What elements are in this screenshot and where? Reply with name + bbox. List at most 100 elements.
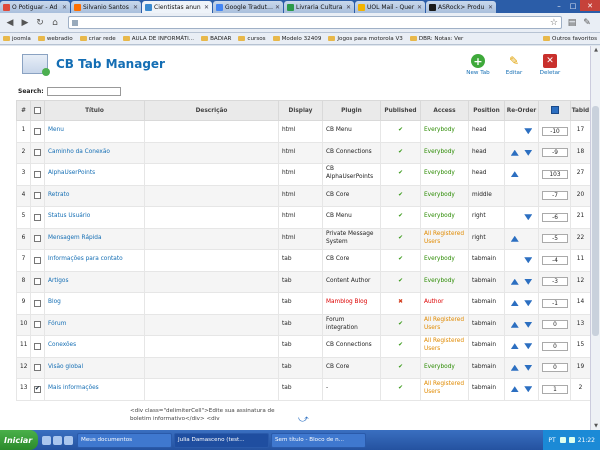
published-check-icon[interactable]: ✔	[380, 163, 421, 186]
row-checkbox[interactable]	[34, 342, 41, 350]
quicklaunch-media-icon[interactable]	[64, 435, 73, 445]
quicklaunch-desktop-icon[interactable]	[42, 435, 51, 445]
bookmark-item[interactable]: BADIAR	[201, 36, 231, 42]
published-check-icon[interactable]: ✔	[380, 249, 421, 272]
bookmark-item[interactable]: DBR: Notas: Ver	[409, 36, 463, 42]
scroll-down-icon[interactable]: ▼	[592, 422, 600, 430]
browser-tab[interactable]: Google Tradutor ✕	[213, 1, 283, 13]
start-button[interactable]: Iniciar	[0, 430, 38, 450]
browser-tab[interactable]: Cientistas anun ✕	[142, 1, 212, 13]
published-check-icon[interactable]: ✔	[380, 378, 421, 401]
col-title[interactable]: Título	[44, 100, 145, 121]
minimize-icon[interactable]: –	[552, 0, 566, 11]
close-tab-icon[interactable]: ✕	[62, 4, 67, 11]
move-down-icon[interactable]	[524, 300, 533, 307]
row-checkbox[interactable]	[34, 192, 41, 200]
close-tab-icon[interactable]: ✕	[133, 4, 138, 11]
home-icon[interactable]: ⌂	[49, 17, 61, 29]
browser-tab[interactable]: Silvanio Santos ✕	[71, 1, 141, 13]
order-input[interactable]: -9	[542, 148, 568, 158]
tray-volume-icon[interactable]	[568, 437, 575, 443]
published-check-icon[interactable]: ✔	[380, 313, 421, 336]
move-up-icon[interactable]	[510, 149, 519, 156]
scroll-thumb[interactable]	[592, 106, 599, 336]
move-up-icon[interactable]	[510, 364, 519, 371]
scroll-up-icon[interactable]: ▲	[592, 46, 600, 54]
tab-title-link[interactable]: Status Usuário	[44, 206, 145, 229]
order-input[interactable]: -3	[542, 277, 568, 287]
close-tab-icon[interactable]: ✕	[204, 4, 209, 11]
maximize-icon[interactable]: □	[566, 0, 580, 11]
published-check-icon[interactable]: ✔	[380, 141, 421, 164]
row-checkbox[interactable]	[34, 321, 41, 329]
select-all-checkbox[interactable]	[34, 107, 41, 114]
close-tab-icon[interactable]: ✕	[417, 4, 422, 11]
tab-title-link[interactable]: Menu	[44, 120, 145, 143]
save-order-icon[interactable]	[550, 105, 559, 114]
bookmark-item[interactable]: webradio	[37, 36, 73, 42]
order-input[interactable]: 0	[542, 320, 568, 330]
move-up-icon[interactable]	[510, 235, 519, 242]
tab-title-link[interactable]: Fórum	[44, 313, 145, 336]
reload-icon[interactable]: ↻	[34, 17, 46, 29]
move-down-icon[interactable]	[524, 343, 533, 350]
row-checkbox[interactable]	[34, 127, 41, 135]
order-input[interactable]: -5	[542, 234, 568, 244]
move-down-icon[interactable]	[524, 257, 533, 264]
order-input[interactable]: -4	[542, 255, 568, 265]
close-tab-icon[interactable]: ✕	[488, 4, 493, 11]
bookmark-item[interactable]: AULA DE INFORMÁTI...	[122, 36, 194, 42]
published-check-icon[interactable]: ✔	[380, 120, 421, 143]
forward-icon[interactable]: ▶	[19, 17, 31, 29]
published-check-icon[interactable]: ✔	[380, 335, 421, 358]
close-tab-icon[interactable]: ✕	[346, 4, 351, 11]
taskbar-button[interactable]: Meus documentos	[77, 432, 172, 448]
tab-title-link[interactable]: Mais informações	[44, 378, 145, 401]
bookmark-item[interactable]: joomla	[3, 36, 31, 42]
order-input[interactable]: -6	[542, 212, 568, 222]
bookmark-item[interactable]: criar rede	[79, 36, 116, 42]
row-checkbox[interactable]	[34, 149, 41, 157]
order-input[interactable]: -7	[542, 191, 568, 201]
browser-tab[interactable]: ASRock> Produ ✕	[426, 1, 496, 13]
move-up-icon[interactable]	[510, 300, 519, 307]
row-checkbox[interactable]	[34, 256, 41, 264]
move-down-icon[interactable]	[524, 364, 533, 371]
move-down-icon[interactable]	[524, 214, 533, 221]
bookmark-item[interactable]: Jogos para motorola V3	[328, 36, 403, 42]
back-icon[interactable]: ◀	[4, 17, 16, 29]
tab-title-link[interactable]: Retrato	[44, 184, 145, 207]
taskbar-button[interactable]: Sem título - Bloco de n...	[271, 432, 366, 448]
bookmark-other[interactable]: Outros favoritos	[543, 36, 597, 42]
move-down-icon[interactable]	[524, 128, 533, 135]
close-window-icon[interactable]: ✕	[580, 0, 600, 11]
tab-title-link[interactable]: Informações para contato	[44, 249, 145, 272]
row-checkbox[interactable]	[34, 299, 41, 307]
move-up-icon[interactable]	[510, 343, 519, 350]
bookmark-item[interactable]: cursos	[238, 36, 266, 42]
row-checkbox[interactable]	[34, 170, 41, 178]
tab-title-link[interactable]: Artigos	[44, 270, 145, 293]
new-tab-button[interactable]: + New Tab	[460, 54, 496, 76]
bookmark-item[interactable]: Modelo 32409	[272, 36, 321, 42]
order-input[interactable]: 0	[542, 341, 568, 351]
browser-tab[interactable]: UOL Mail - Quer ✕	[355, 1, 425, 13]
browser-tab[interactable]: O Potiguar - Ad ✕	[0, 1, 70, 13]
tab-title-link[interactable]: Mensagem Rápida	[44, 227, 145, 250]
page-menu-icon[interactable]: ▤	[566, 17, 578, 29]
close-tab-icon[interactable]: ✕	[275, 4, 280, 11]
taskbar-button[interactable]: Julia Damasceno (test...	[174, 432, 269, 448]
order-input[interactable]: -10	[542, 126, 568, 136]
quicklaunch-browser-icon[interactable]	[53, 435, 62, 445]
language-indicator[interactable]: PT	[548, 437, 555, 444]
row-checkbox[interactable]	[34, 364, 41, 372]
published-check-icon[interactable]: ✔	[380, 227, 421, 250]
search-input[interactable]	[46, 87, 121, 96]
order-input[interactable]: 103	[542, 169, 568, 179]
tray-network-icon[interactable]	[559, 437, 566, 443]
tab-title-link[interactable]: Visão global	[44, 356, 145, 379]
order-input[interactable]: 1	[542, 384, 568, 394]
order-input[interactable]: 0	[542, 363, 568, 373]
tab-title-link[interactable]: Conexões	[44, 335, 145, 358]
move-down-icon[interactable]	[524, 278, 533, 285]
